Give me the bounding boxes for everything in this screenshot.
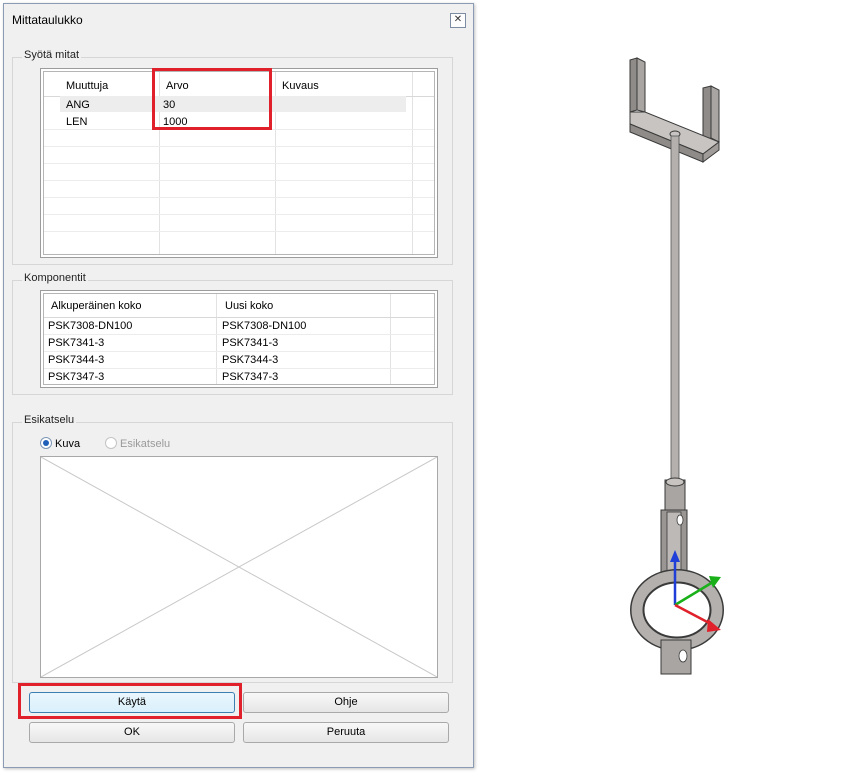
new-size-cell[interactable]: PSK7341-3 [222,337,278,349]
ok-button[interactable]: OK [29,722,235,743]
apply-button[interactable]: Käytä [29,692,235,713]
column-divider [390,294,391,384]
components-group-label: Komponentit [22,272,88,284]
row-divider [44,180,434,181]
dimensions-group-label: Syötä mitat [22,49,82,61]
row-divider [44,351,434,352]
row-divider [44,146,434,147]
dialog-title: Mittataulukko [12,13,83,27]
row-divider [44,129,434,130]
image-placeholder-icon [41,457,437,677]
kuva-radio[interactable]: Kuva [40,437,80,450]
help-button[interactable]: Ohje [243,692,449,713]
kuva-radio-label: Kuva [55,438,81,450]
column-header-original-size[interactable]: Alkuperäinen koko [51,300,142,312]
column-header-kuvaus[interactable]: Kuvaus [282,80,319,92]
original-size-cell[interactable]: PSK7341-3 [48,337,104,349]
radio-unselected-icon [105,437,117,449]
row-divider [44,334,434,335]
radio-selected-icon [40,437,52,449]
column-header-new-size[interactable]: Uusi koko [225,300,273,312]
value-cell[interactable]: 1000 [163,116,187,128]
mittataulukko-dialog: Mittataulukko ✕ Syötä mitat Muuttuja Arv… [3,3,474,768]
close-icon[interactable]: ✕ [450,13,466,28]
esikatselu-radio[interactable]: Esikatselu [105,437,170,450]
new-size-cell[interactable]: PSK7308-DN100 [222,320,306,332]
table-row-selected[interactable] [60,96,406,112]
components-table[interactable]: Alkuperäinen koko Uusi koko PSK7308-DN10… [40,290,438,388]
title-bar[interactable]: Mittataulukko ✕ [4,4,473,32]
row-divider [44,214,434,215]
row-divider [44,368,434,369]
value-cell[interactable]: 30 [163,99,175,111]
row-divider [44,231,434,232]
new-size-cell[interactable]: PSK7344-3 [222,354,278,366]
column-divider [216,294,217,384]
original-size-cell[interactable]: PSK7344-3 [48,354,104,366]
row-divider [44,197,434,198]
new-size-cell[interactable]: PSK7347-3 [222,371,278,383]
dimensions-table-frame: Muuttuja Arvo Kuvaus ANG 30 LEN 1000 [43,71,435,255]
components-table-frame: Alkuperäinen koko Uusi koko PSK7308-DN10… [43,293,435,385]
cancel-button[interactable]: Peruuta [243,722,449,743]
column-header-arvo[interactable]: Arvo [166,80,189,92]
header-divider [44,317,434,318]
column-header-muuttuja[interactable]: Muuttuja [66,80,108,92]
variable-cell[interactable]: LEN [66,116,87,128]
row-divider [44,163,434,164]
pipe-hanger-model [629,57,724,675]
variable-cell[interactable]: ANG [66,99,90,111]
dimensions-table[interactable]: Muuttuja Arvo Kuvaus ANG 30 LEN 1000 [40,68,438,258]
esikatselu-radio-label: Esikatselu [120,438,171,450]
original-size-cell[interactable]: PSK7308-DN100 [48,320,132,332]
original-size-cell[interactable]: PSK7347-3 [48,371,104,383]
preview-group-label: Esikatselu [22,414,77,426]
preview-image-area [40,456,438,678]
